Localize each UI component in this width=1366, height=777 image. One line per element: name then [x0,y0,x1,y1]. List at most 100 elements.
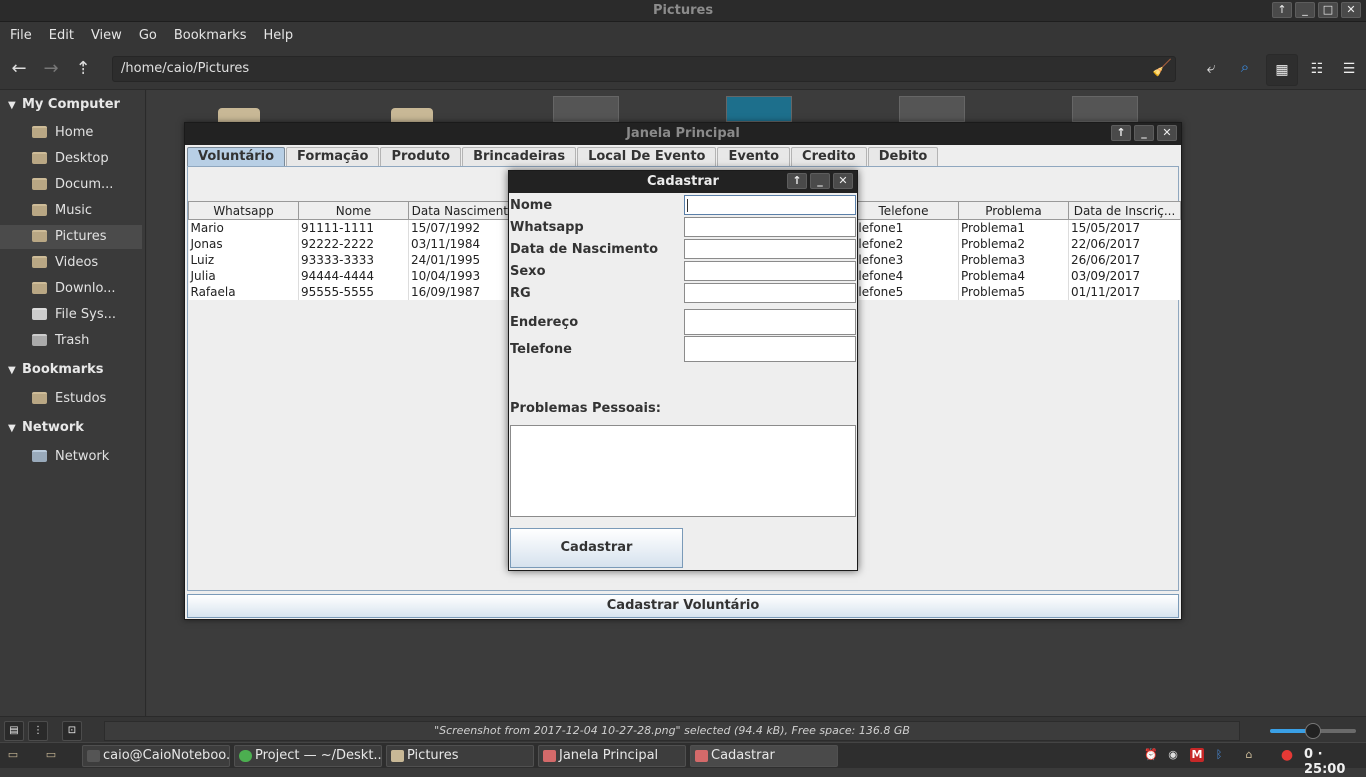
tab-formacao[interactable]: Formação [286,147,380,166]
table-cell: elefone1 [848,219,959,236]
menu-edit[interactable]: Edit [49,28,83,43]
nome-label: Nome [510,198,553,213]
problemas-pessoais-textarea[interactable] [510,425,856,517]
tomato-timer-icon[interactable]: ● [1280,748,1294,762]
sidebar-item-downloads[interactable]: Downlo... [0,277,142,301]
camera-icon[interactable]: ◉ [1166,748,1180,762]
table-cell: Problema3 [958,251,1069,268]
tab-brincadeiras[interactable]: Brincadeiras [462,147,577,166]
minimize-icon[interactable]: _ [1295,2,1315,18]
folder-icon[interactable] [391,108,433,122]
folder-icon[interactable] [218,108,260,122]
close-icon[interactable]: ✕ [833,173,853,189]
zoom-slider-handle[interactable] [1305,723,1321,739]
cadastrar-button[interactable]: Cadastrar [510,528,683,568]
maximize-up-icon[interactable]: ↑ [1111,125,1131,141]
close-icon[interactable]: ✕ [1341,2,1361,18]
close-icon[interactable]: ✕ [1157,125,1177,141]
menu-view[interactable]: View [91,28,131,43]
folder-icon [32,178,47,190]
sidebar-item-network[interactable]: Network [0,445,142,469]
rg-input[interactable] [684,283,856,303]
home-icon[interactable]: ⌂ [1242,748,1256,762]
data-nascimento-input[interactable] [684,239,856,259]
maximize-up-icon[interactable]: ↑ [1272,2,1292,18]
problemas-pessoais-label: Problemas Pessoais: [510,401,661,416]
sidebar-item-videos[interactable]: Videos [0,251,142,275]
column-header[interactable]: Problema [958,201,1069,220]
column-header[interactable]: Whatsapp [188,201,299,220]
folder-icon [32,204,47,216]
bluetooth-icon[interactable]: ᛒ [1212,748,1226,762]
sidebar-section-network[interactable]: ▼ Network [8,420,84,435]
task-pictures[interactable]: Pictures [386,745,534,767]
column-header[interactable]: Nome [298,201,409,220]
column-header[interactable]: Telefone [848,201,959,220]
telefone-input[interactable] [684,336,856,362]
icon-view-icon[interactable]: ▦ [1266,54,1298,86]
location-bar[interactable]: /home/caio/Pictures [112,56,1176,82]
sidebar-section-my-computer[interactable]: ▼ My Computer [8,97,120,112]
zoom-slider[interactable] [1270,723,1356,739]
image-thumbnail[interactable] [899,96,965,122]
tab-voluntario[interactable]: Voluntário [187,147,286,166]
restore-icon[interactable]: □ [1318,2,1338,18]
list-view-icon[interactable]: ☷ [1306,58,1328,80]
up-arrow-icon[interactable]: ⇡ [72,58,94,80]
sidebar-item-desktop[interactable]: Desktop [0,147,142,171]
task-janela-principal[interactable]: Janela Principal [538,745,686,767]
forward-arrow-icon[interactable]: → [40,58,62,80]
maximize-up-icon[interactable]: ↑ [787,173,807,189]
search-icon[interactable]: ⌕ [1234,58,1256,80]
task-cadastrar[interactable]: Cadastrar [690,745,838,767]
table-cell: 22/06/2017 [1068,235,1181,252]
image-thumbnail[interactable] [553,96,619,122]
sidebar-item-documents[interactable]: Docum... [0,173,142,197]
sidebar-item-home[interactable]: Home [0,121,142,145]
location-toggle-icon[interactable]: ⤶ [1200,58,1222,80]
menu-help[interactable]: Help [263,28,302,43]
compact-view-icon[interactable]: ☰ [1338,58,1360,80]
endereco-input[interactable] [684,309,856,335]
sidebar-item-file-system[interactable]: File Sys... [0,303,142,327]
places-icon[interactable]: ▤ [4,721,24,741]
column-header[interactable]: Data de Inscriç... [1068,201,1181,220]
tree-icon[interactable]: ⋮ [28,721,48,741]
whatsapp-input[interactable] [684,217,856,237]
sexo-input[interactable] [684,261,856,281]
tab-produto[interactable]: Produto [380,147,462,166]
janela-principal-titlebar: Janela Principal ↑ _ ✕ [185,123,1181,145]
tab-credito[interactable]: Credito [791,147,867,166]
folder-icon [32,152,47,164]
table-cell: 03/09/2017 [1068,267,1181,284]
task-terminal[interactable]: caio@CaioNoteboo... [82,745,230,767]
clear-broom-icon[interactable]: 🧹 [1152,58,1172,80]
sidebar-item-estudos[interactable]: Estudos [0,387,142,411]
tab-debito[interactable]: Debito [867,147,939,166]
image-thumbnail[interactable] [726,96,792,122]
column-header[interactable]: Data Nascimento [408,201,519,220]
task-project[interactable]: Project — ~/Deskt... [234,745,382,767]
mail-icon[interactable]: M [1190,748,1204,762]
tab-local-de-evento[interactable]: Local De Evento [577,147,717,166]
table-cell: 01/11/2017 [1068,283,1181,300]
close-sidebar-icon[interactable]: ⊡ [62,721,82,741]
home-folder-icon[interactable]: ▭ [6,748,20,762]
menu-bookmarks[interactable]: Bookmarks [174,28,256,43]
table-cell: 93333-3333 [298,251,409,268]
cadastrar-voluntario-button[interactable]: Cadastrar Voluntário [187,594,1179,618]
nome-input[interactable] [684,195,856,215]
menu-file[interactable]: File [10,28,41,43]
menu-go[interactable]: Go [139,28,166,43]
alarm-clock-icon[interactable]: ⏰ [1144,748,1158,762]
file-manager-icon[interactable]: ▭ [44,748,58,762]
minimize-icon[interactable]: _ [1134,125,1154,141]
sidebar-item-trash[interactable]: Trash [0,329,142,353]
sidebar-item-music[interactable]: Music [0,199,142,223]
sidebar-item-pictures[interactable]: Pictures [0,225,142,249]
sidebar-section-bookmarks[interactable]: ▼ Bookmarks [8,362,104,377]
back-arrow-icon[interactable]: ← [8,58,30,80]
minimize-icon[interactable]: _ [810,173,830,189]
image-thumbnail[interactable] [1072,96,1138,122]
tab-evento[interactable]: Evento [717,147,791,166]
